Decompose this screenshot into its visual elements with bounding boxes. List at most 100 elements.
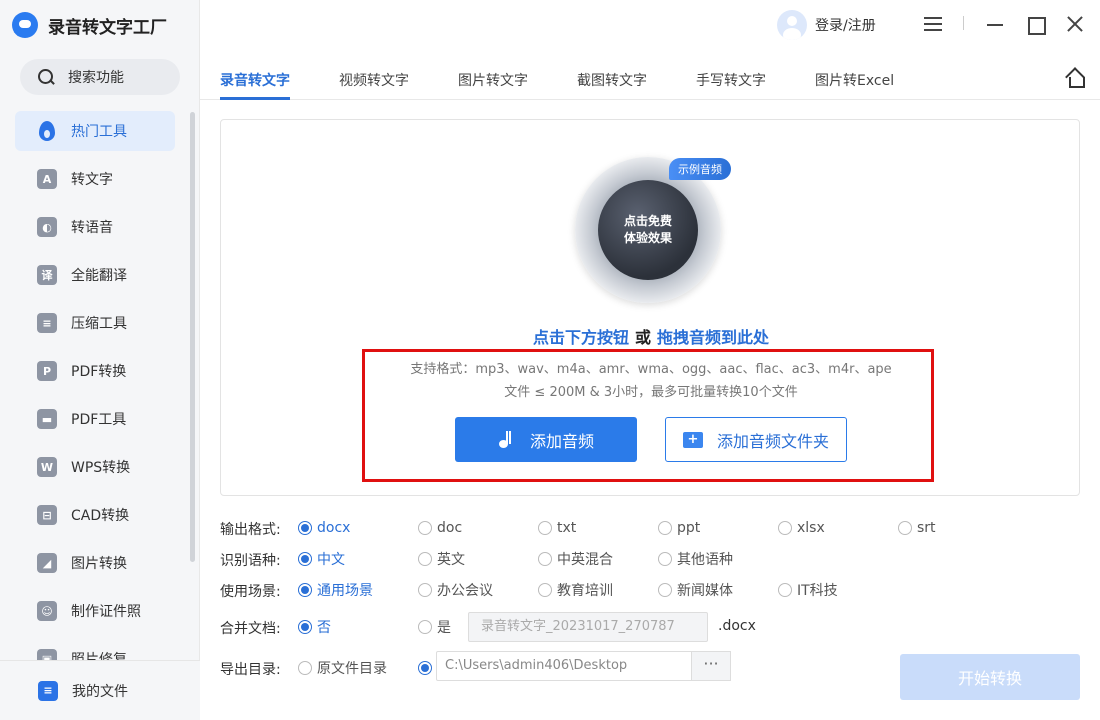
output-format-row: 输出格式: docx doc txt ppt xlsx srt [220, 517, 1080, 539]
radio-chinese[interactable]: 中文 [298, 548, 345, 570]
output-format-label: 输出格式: [220, 522, 281, 538]
add-audio-button[interactable]: 添加音频 [455, 417, 637, 462]
sidebar-item-label: CAD转换 [71, 508, 130, 524]
language-row: 识别语种: 中文 英文 中英混合 其他语种 [220, 548, 1080, 570]
add-audio-folder-label: 添加音频文件夹 [716, 431, 829, 451]
radio-docx[interactable]: docx [298, 517, 350, 539]
export-path-field[interactable]: C:\Users\admin406\Desktop [436, 651, 692, 681]
search-icon [38, 69, 54, 85]
hint-click-button: 点击下方按钮 [532, 328, 629, 347]
music-note-icon [498, 430, 518, 450]
home-icon[interactable] [1065, 68, 1085, 88]
menu-icon[interactable] [921, 12, 945, 36]
tab-image-to-text[interactable]: 图片转文字 [458, 70, 528, 90]
radio-merge-yes[interactable]: 是 [418, 616, 451, 638]
tab-audio-to-text[interactable]: 录音转文字 [220, 70, 290, 90]
radio-english[interactable]: 英文 [418, 548, 465, 570]
sidebar-item-pdf-convert[interactable]: P PDF转换 [15, 351, 175, 391]
language-label: 识别语种: [220, 553, 281, 569]
export-label: 导出目录: [220, 662, 281, 678]
radio-merge-no[interactable]: 否 [298, 616, 331, 638]
search-function-button[interactable]: 搜索功能 [20, 59, 180, 95]
id-photo-icon: ☺ [37, 601, 57, 621]
sidebar: 录音转文字工厂 搜索功能 热门工具 A 转文字 ◐ 转语音 译 全能翻译 ≡ 压… [0, 0, 200, 720]
radio-mixed[interactable]: 中英混合 [538, 548, 613, 570]
tab-video-to-text[interactable]: 视频转文字 [339, 70, 409, 90]
radio-xlsx[interactable]: xlsx [778, 517, 825, 539]
sidebar-scrollbar[interactable] [190, 112, 195, 562]
radio-education[interactable]: 教育培训 [538, 579, 613, 601]
sidebar-item-label: WPS转换 [71, 460, 131, 476]
sidebar-item-to-speech[interactable]: ◐ 转语音 [15, 207, 175, 247]
sidebar-item-pdf-tools[interactable]: ▬ PDF工具 [15, 399, 175, 439]
image-icon: ◢ [37, 553, 57, 573]
browse-button[interactable]: ··· [691, 651, 731, 681]
radio-doc[interactable]: doc [418, 517, 462, 539]
minimize-icon[interactable] [983, 12, 1007, 36]
radio-it-tech[interactable]: IT科技 [778, 579, 838, 601]
add-audio-folder-button[interactable]: + 添加音频文件夹 [665, 417, 847, 462]
radio-ppt[interactable]: ppt [658, 517, 700, 539]
start-convert-button[interactable]: 开始转换 [900, 654, 1080, 700]
login-label: 登录/注册 [815, 18, 876, 34]
sidebar-nav: 热门工具 A 转文字 ◐ 转语音 译 全能翻译 ≡ 压缩工具 P PDF转换 ▬… [15, 111, 175, 687]
login-button[interactable]: 登录/注册 [777, 10, 876, 40]
tab-screenshot-to-text[interactable]: 截图转文字 [577, 70, 647, 90]
folder-plus-icon: + [682, 431, 703, 448]
radio-meeting[interactable]: 办公会议 [418, 579, 493, 601]
active-tab-indicator [220, 97, 290, 100]
sidebar-item-to-text[interactable]: A 转文字 [15, 159, 175, 199]
search-label: 搜索功能 [68, 70, 124, 86]
merge-extension: .docx [718, 618, 756, 634]
add-audio-label: 添加音频 [529, 431, 594, 451]
radio-general[interactable]: 通用场景 [298, 579, 373, 601]
sample-audio-badge[interactable]: 示例音频 [669, 158, 731, 180]
file-limits: 文件 ≤ 200M & 3小时，最多可批量转换10个文件 [504, 385, 798, 400]
file-icon: ≡ [38, 680, 58, 701]
sidebar-item-label: 转语音 [71, 220, 113, 236]
radio-srt[interactable]: srt [898, 517, 936, 539]
sidebar-item-id-photo[interactable]: ☺ 制作证件照 [15, 591, 175, 631]
divider [963, 16, 964, 30]
merge-row: 合并文档: 否 是 录音转文字_20231017_270787 .docx [220, 612, 1080, 642]
voice-icon: ◐ [37, 217, 57, 237]
radio-custom-dir[interactable] [418, 657, 432, 679]
sidebar-item-wps-convert[interactable]: W WPS转换 [15, 447, 175, 487]
compress-icon: ≡ [37, 313, 57, 333]
sidebar-item-label: 转文字 [71, 172, 113, 188]
disc-center: 点击免费 体验效果 [598, 180, 698, 280]
radio-source-dir[interactable]: 原文件目录 [298, 657, 387, 679]
title-bar: 登录/注册 [200, 0, 1100, 50]
radio-news-media[interactable]: 新闻媒体 [658, 579, 733, 601]
radio-other-language[interactable]: 其他语种 [658, 548, 733, 570]
my-files-label: 我的文件 [72, 683, 128, 700]
translate-icon: 译 [37, 265, 57, 285]
sidebar-item-cad-convert[interactable]: ⊟ CAD转换 [15, 495, 175, 535]
sidebar-item-label: 制作证件照 [71, 604, 141, 620]
app-title: 录音转文字工厂 [48, 17, 167, 38]
avatar-icon [777, 10, 807, 40]
sidebar-item-compress[interactable]: ≡ 压缩工具 [15, 303, 175, 343]
text-icon: A [37, 169, 57, 189]
merge-label: 合并文档: [220, 621, 281, 637]
sidebar-item-label: 热门工具 [71, 124, 127, 140]
sidebar-item-translate[interactable]: 译 全能翻译 [15, 255, 175, 295]
my-files-button[interactable]: ≡ 我的文件 [0, 660, 200, 720]
radio-txt[interactable]: txt [538, 517, 576, 539]
sidebar-item-image-convert[interactable]: ◢ 图片转换 [15, 543, 175, 583]
upload-drop-zone[interactable]: 点击免费 体验效果 示例音频 点击下方按钮或拖拽音频到此处 支持格式：mp3、w… [220, 119, 1080, 496]
wps-icon: W [37, 457, 57, 477]
scene-row: 使用场景: 通用场景 办公会议 教育培训 新闻媒体 IT科技 [220, 579, 1080, 601]
supported-formats: 支持格式：mp3、wav、m4a、amr、wma、ogg、aac、flac、ac… [410, 362, 892, 377]
tab-handwriting-to-text[interactable]: 手写转文字 [696, 70, 766, 90]
flame-icon [37, 121, 57, 141]
sidebar-item-hot-tools[interactable]: 热门工具 [15, 111, 175, 151]
scene-label: 使用场景: [220, 584, 281, 600]
close-icon[interactable] [1063, 12, 1087, 36]
brand: 录音转文字工厂 [12, 10, 167, 40]
merge-filename-field[interactable]: 录音转文字_20231017_270787 [468, 612, 708, 642]
sidebar-item-label: PDF转换 [71, 364, 127, 380]
maximize-icon[interactable] [1023, 12, 1047, 36]
tab-image-to-excel[interactable]: 图片转Excel [815, 70, 894, 90]
sidebar-item-label: 图片转换 [71, 556, 127, 572]
